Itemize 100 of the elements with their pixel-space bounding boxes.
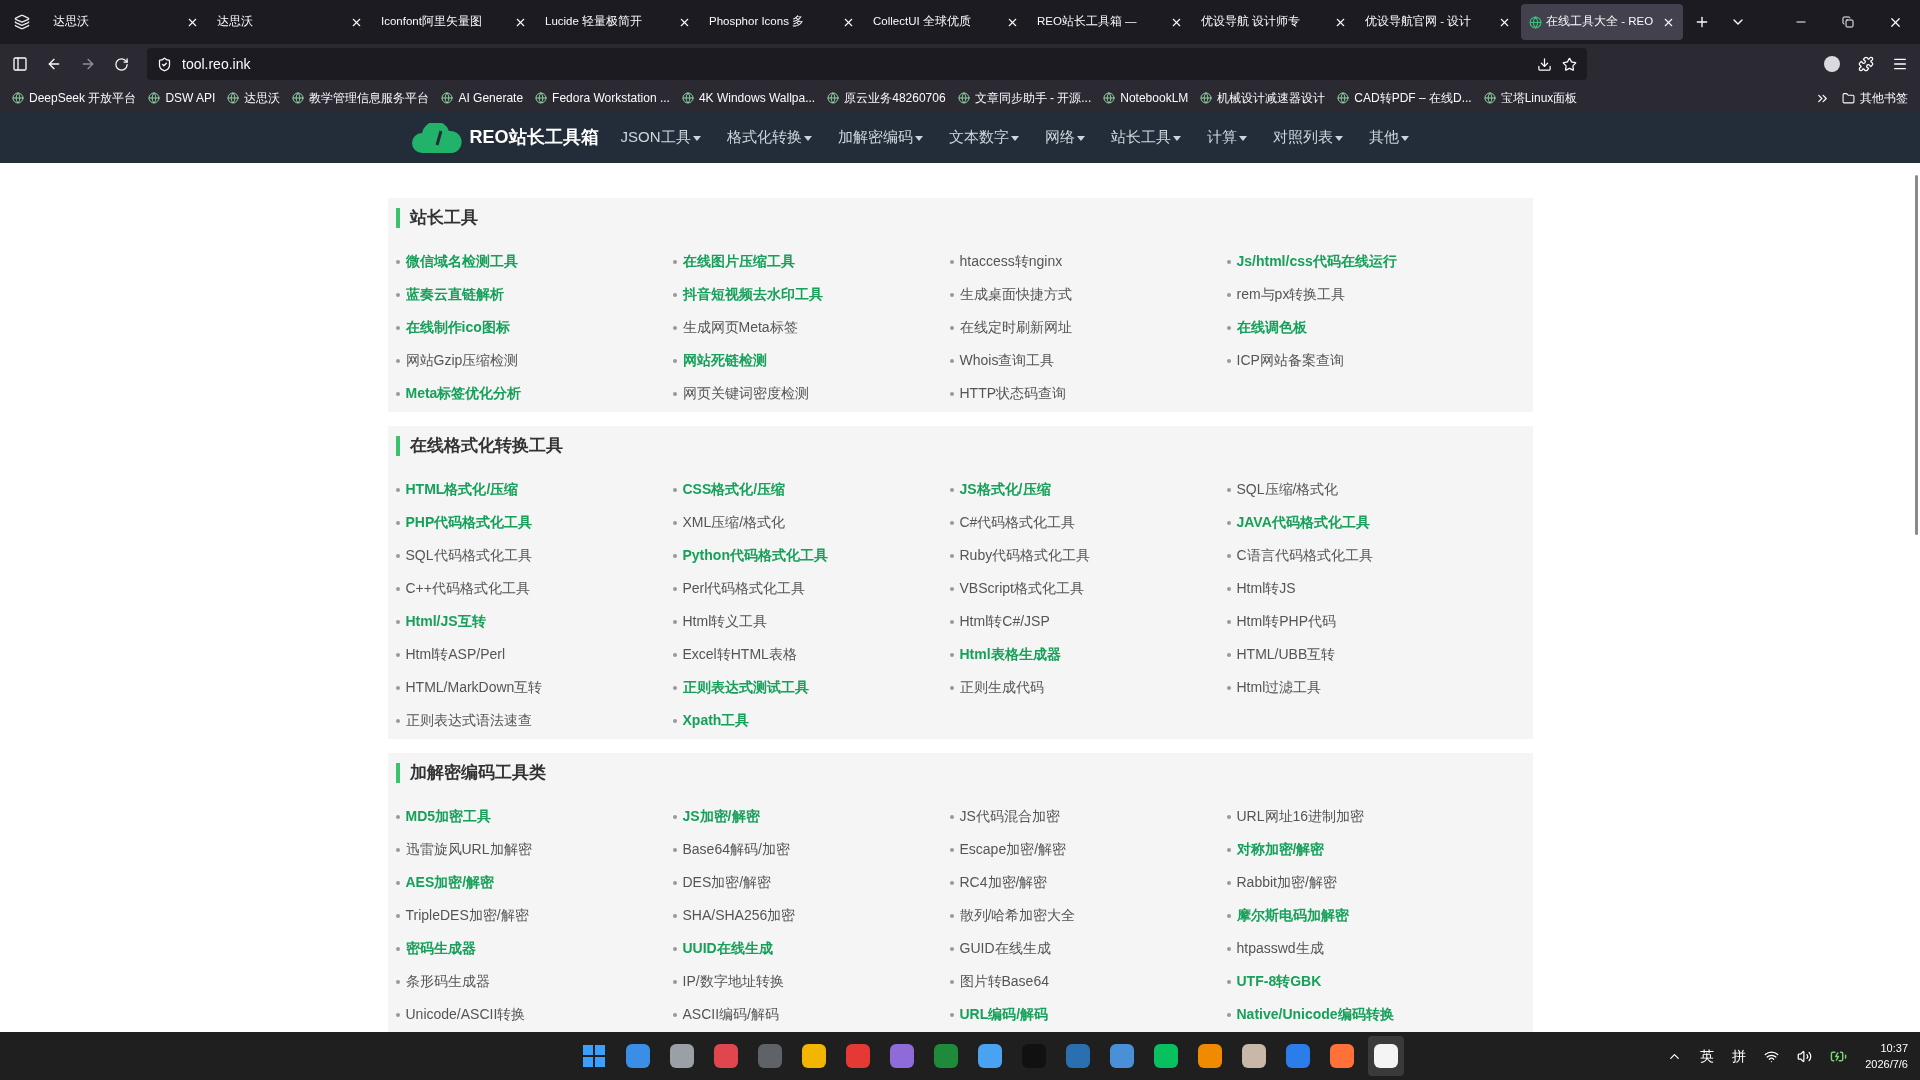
tool-link[interactable]: 图片转Base64: [959, 971, 1049, 992]
tool-link[interactable]: SQL压缩/格式化: [1236, 479, 1339, 500]
scrollbar-thumb[interactable]: [1915, 175, 1918, 535]
tool-link[interactable]: htpasswd生成: [1236, 938, 1324, 959]
nav-menu-item[interactable]: 格式化转换: [726, 126, 812, 149]
restore-icon[interactable]: [1842, 16, 1854, 28]
browser-tab[interactable]: REO站长工具箱 —: [1029, 4, 1191, 40]
new-tab-icon[interactable]: [1694, 14, 1710, 30]
bookmark-item[interactable]: 原云业务48260706: [827, 89, 946, 107]
tool-link[interactable]: TripleDES加密/解密: [405, 905, 529, 926]
tool-link[interactable]: ICP网站备案查询: [1236, 350, 1344, 371]
tab-list-icon[interactable]: [14, 14, 30, 30]
tool-link[interactable]: HTML/UBB互转: [1236, 644, 1336, 665]
tool-link[interactable]: JS代码混合加密: [959, 806, 1060, 827]
tool-link[interactable]: htaccess转nginx: [959, 251, 1063, 272]
tool-link[interactable]: Html转C#/JSP: [959, 611, 1050, 632]
extensions-icon[interactable]: [1858, 56, 1874, 72]
tool-link[interactable]: C++代码格式化工具: [405, 578, 530, 599]
tool-link[interactable]: Base64解码/加密: [682, 839, 790, 860]
bookmark-item[interactable]: CAD转PDF – 在线D...: [1337, 89, 1472, 107]
tool-link[interactable]: Html转PHP代码: [1236, 611, 1337, 632]
download-icon[interactable]: [1537, 56, 1552, 72]
nav-menu-item[interactable]: 文本数字: [948, 126, 1019, 149]
browser-tab[interactable]: CollectUI 全球优质: [865, 4, 1027, 40]
tool-link[interactable]: 生成网页Meta标签: [682, 317, 798, 338]
ime-indicator[interactable]: 拼: [1732, 1045, 1747, 1067]
tool-link[interactable]: C语言代码格式化工具: [1236, 545, 1373, 566]
bookmark-item[interactable]: 4K Windows Wallpa...: [681, 89, 816, 107]
taskbar-app[interactable]: [1368, 1036, 1404, 1076]
clock-date[interactable]: 2026/7/6: [1865, 1056, 1908, 1072]
back-icon[interactable]: [46, 56, 62, 72]
star-icon[interactable]: [1562, 56, 1577, 72]
bookmark-item[interactable]: 教学管理信息服务平台: [292, 89, 430, 107]
tool-link[interactable]: XML压缩/格式化: [682, 512, 786, 533]
tool-link[interactable]: 生成桌面快捷方式: [959, 284, 1072, 305]
tool-link[interactable]: Excel转HTML表格: [682, 644, 797, 665]
browser-tab[interactable]: 达思沃: [209, 4, 371, 40]
nav-menu-item[interactable]: 其他: [1368, 126, 1409, 149]
browser-tab[interactable]: 优设导航官网 - 设计: [1357, 4, 1519, 40]
tool-link[interactable]: 正则表达式语法速查: [405, 710, 532, 731]
bookmark-item[interactable]: 机械设计减速器设计: [1200, 89, 1326, 107]
tool-link[interactable]: Escape加密/解密: [959, 839, 1067, 860]
nav-menu-item[interactable]: 加解密编码: [837, 126, 923, 149]
reload-icon[interactable]: [114, 56, 129, 72]
browser-tab[interactable]: Iconfont阿里矢量图: [373, 4, 535, 40]
tool-link[interactable]: 迅雷旋风URL加解密: [405, 839, 532, 860]
tool-link[interactable]: Perl代码格式化工具: [682, 578, 806, 599]
bookmark-item[interactable]: DSW API: [148, 89, 216, 107]
tool-link[interactable]: Whois查询工具: [959, 350, 1055, 371]
tool-link[interactable]: Html转ASP/Perl: [405, 644, 506, 665]
tool-link[interactable]: RC4加密/解密: [959, 872, 1048, 893]
tool-link[interactable]: Html转JS: [1236, 578, 1296, 599]
tool-link[interactable]: HTTP状态码查询: [959, 383, 1067, 404]
tool-link[interactable]: Html转义工具: [682, 611, 768, 632]
nav-menu-item[interactable]: 计算: [1206, 126, 1247, 149]
bookmark-item[interactable]: AI Generate: [441, 89, 524, 107]
bookmark-item[interactable]: 文章同步助手 - 开源...: [957, 89, 1092, 107]
tool-link[interactable]: SHA/SHA256加密: [682, 905, 796, 926]
tool-link[interactable]: C#代码格式化工具: [959, 512, 1076, 533]
tool-link[interactable]: Rabbit加密/解密: [1236, 872, 1337, 893]
bookmark-item[interactable]: 达思沃: [227, 89, 281, 107]
tool-link[interactable]: 正则生成代码: [959, 677, 1044, 698]
tool-link[interactable]: ASCII编码/解码: [682, 1004, 779, 1025]
tool-link[interactable]: 条形码生成器: [405, 971, 490, 992]
browser-tab[interactable]: 达思沃: [45, 4, 207, 40]
tool-link[interactable]: 网站Gzip压缩检测: [405, 350, 519, 371]
browser-tab[interactable]: 优设导航 设计师专: [1193, 4, 1355, 40]
tool-link[interactable]: Ruby代码格式化工具: [959, 545, 1091, 566]
nav-menu-item[interactable]: 站长工具: [1110, 126, 1181, 149]
address-field[interactable]: tool.reo.ink: [147, 48, 1587, 80]
nav-menu-item[interactable]: 对照列表: [1272, 126, 1343, 149]
nav-menu-item[interactable]: 网络: [1044, 126, 1085, 149]
browser-tab[interactable]: Phosphor Icons 多: [701, 4, 863, 40]
tool-link[interactable]: VBScript格式化工具: [959, 578, 1084, 599]
tool-link[interactable]: IP/数字地址转换: [682, 971, 784, 992]
language-indicator[interactable]: 英: [1700, 1045, 1715, 1067]
avatar-icon[interactable]: [1824, 56, 1840, 72]
tool-link[interactable]: GUID在线生成: [959, 938, 1051, 959]
forward-icon[interactable]: [80, 56, 96, 72]
volume-icon[interactable]: [1797, 1048, 1813, 1064]
browser-tab[interactable]: 在线工具大全 - REO: [1521, 4, 1683, 40]
tool-link[interactable]: URL网址16进制加密: [1236, 806, 1365, 827]
tool-link[interactable]: rem与px转换工具: [1236, 284, 1346, 305]
tool-link[interactable]: Unicode/ASCII转换: [405, 1004, 526, 1025]
sidebar-icon[interactable]: [12, 56, 28, 72]
tool-link[interactable]: DES加密/解密: [682, 872, 772, 893]
browser-tab[interactable]: Lucide 轻量极简开: [537, 4, 699, 40]
tool-link[interactable]: 散列/哈希加密大全: [959, 905, 1076, 926]
menu-icon[interactable]: [1892, 56, 1908, 72]
bookmark-item[interactable]: DeepSeek 开放平台: [12, 89, 137, 107]
wifi-icon[interactable]: [1764, 1048, 1780, 1064]
bookmark-item[interactable]: Fedora Workstation ...: [535, 89, 670, 107]
clock-time[interactable]: 10:37: [1880, 1040, 1908, 1056]
tool-link[interactable]: Html过滤工具: [1236, 677, 1322, 698]
tool-link[interactable]: HTML/MarkDown互转: [405, 677, 543, 698]
tool-link[interactable]: 在线定时刷新网址: [959, 317, 1072, 338]
bookmark-item[interactable]: 宝塔Linux面板: [1483, 89, 1578, 107]
tool-link[interactable]: 网页关键词密度检测: [682, 383, 809, 404]
bookmark-folder[interactable]: 其他书签: [1842, 89, 1908, 107]
nav-menu-item[interactable]: JSON工具: [620, 126, 701, 149]
